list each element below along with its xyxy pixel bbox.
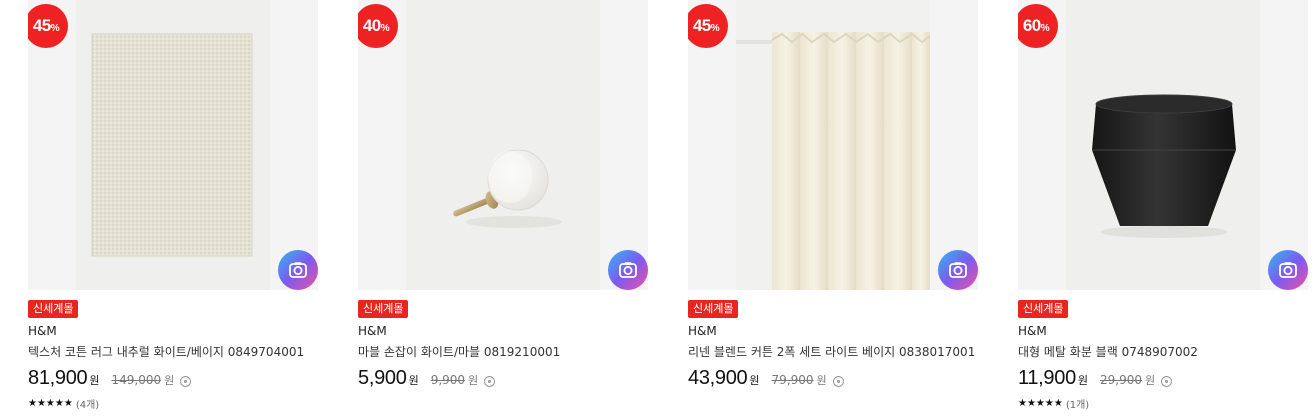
rating-row: ★★★★★ (1개)	[1018, 396, 1308, 411]
rug-photo[interactable]	[76, 0, 270, 290]
store-tag: 신세계몰	[1018, 300, 1069, 318]
price-row: 5,900 원 9,900 원	[358, 367, 648, 390]
original-price: 149,000	[111, 373, 162, 387]
curtain-photo[interactable]	[736, 0, 930, 290]
original-price: 9,900	[430, 373, 466, 387]
original-currency-label: 원	[816, 374, 827, 387]
currency-label: 원	[1077, 374, 1089, 387]
sale-price: 81,900	[28, 367, 88, 389]
currency-label: 원	[749, 374, 760, 387]
product-title[interactable]: 마블 손잡이 화이트/마블 0819210001	[358, 343, 648, 360]
camera-lens-icon[interactable]	[608, 250, 648, 290]
product-title[interactable]: 리넨 블렌드 커튼 2폭 세트 라이트 베이지 0838017001	[688, 343, 978, 360]
product-grid: 45% 신세계몰 H&M 텍스처 코튼 러그 내추럴 화이트/베이지 08497…	[0, 0, 1314, 418]
brand-name: H&M	[28, 324, 57, 338]
product-card[interactable]: 40% 신세계몰 H&M 마블 손잡이 화이트/마블 0819210001 5,…	[358, 0, 648, 418]
product-thumbnail[interactable]: 45%	[688, 0, 978, 290]
review-count[interactable]: (1개)	[1066, 396, 1089, 411]
product-card[interactable]: 45% 신세계몰 H&M 리넨 블렌드 커튼 2폭 세트 라이트 베이지 083…	[688, 0, 978, 418]
store-tag: 신세계몰	[28, 300, 79, 318]
brand-name: H&M	[1018, 324, 1047, 338]
original-price: 79,900	[771, 373, 814, 387]
price-row: 43,900 원 79,900 원	[688, 367, 978, 390]
currency-label: 원	[408, 374, 419, 387]
rating-row: ★★★★★ (4개)	[28, 396, 318, 411]
store-tag: 신세계몰	[688, 300, 739, 318]
product-title[interactable]: 대형 메탈 화분 블랙 0748907002	[1018, 343, 1308, 360]
product-card[interactable]: 60% 신세계몰 H&M 대형 메탈 화분 블랙 0748907002 11,9…	[1018, 0, 1308, 418]
brand-name: H&M	[358, 324, 387, 338]
planter-photo[interactable]	[1066, 0, 1260, 290]
discount-badge: 40%	[358, 4, 398, 48]
price-row: 11,900 원 29,900 원	[1018, 367, 1308, 390]
info-circle-icon[interactable]	[484, 376, 496, 387]
discount-badge: 45%	[688, 4, 728, 48]
camera-lens-icon[interactable]	[278, 250, 318, 290]
product-thumbnail[interactable]: 45%	[28, 0, 318, 290]
camera-lens-icon[interactable]	[938, 250, 978, 290]
star-rating: ★★★★★	[1018, 398, 1063, 409]
original-currency-label: 원	[1145, 374, 1156, 387]
price-row: 81,900 원 149,000 원	[28, 367, 318, 390]
product-thumbnail[interactable]: 60%	[1018, 0, 1308, 290]
info-circle-icon[interactable]	[1161, 376, 1173, 387]
original-currency-label: 원	[164, 374, 175, 387]
product-title[interactable]: 텍스처 코튼 러그 내추럴 화이트/베이지 0849704001	[28, 343, 318, 360]
original-currency-label: 원	[468, 374, 479, 387]
brand-name: H&M	[688, 324, 717, 338]
info-circle-icon[interactable]	[832, 376, 844, 387]
sale-price: 5,900	[358, 367, 407, 389]
discount-badge: 60%	[1018, 4, 1058, 48]
product-card[interactable]: 45% 신세계몰 H&M 텍스처 코튼 러그 내추럴 화이트/베이지 08497…	[28, 0, 318, 418]
discount-badge: 45%	[28, 4, 68, 48]
sale-price: 43,900	[688, 367, 748, 389]
knob-photo[interactable]	[406, 0, 600, 290]
info-circle-icon[interactable]	[180, 376, 192, 387]
store-tag: 신세계몰	[358, 300, 409, 318]
currency-label: 원	[89, 374, 100, 387]
product-thumbnail[interactable]: 40%	[358, 0, 648, 290]
sale-price: 11,900	[1018, 367, 1076, 389]
review-count[interactable]: (4개)	[76, 396, 99, 411]
star-rating: ★★★★★	[28, 398, 73, 409]
original-price: 29,900	[1100, 373, 1143, 387]
camera-lens-icon[interactable]	[1268, 250, 1308, 290]
